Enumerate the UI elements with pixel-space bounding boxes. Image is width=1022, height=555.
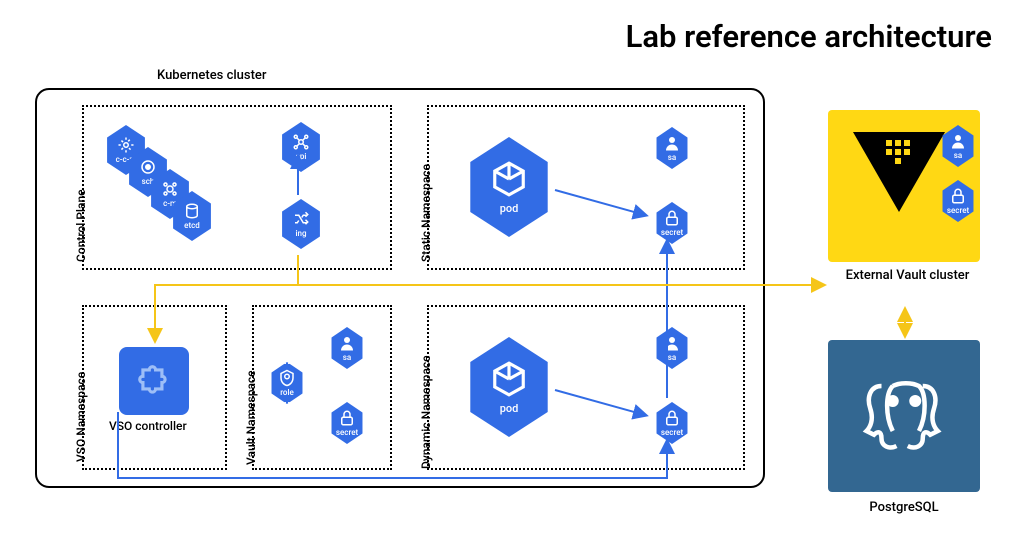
dynamic-namespace: Dynamic Namespace pod sa secret (427, 305, 745, 470)
database-icon (183, 202, 201, 220)
external-vault-label: External Vault cluster (835, 268, 980, 285)
postgresql (828, 340, 980, 492)
static-pod-label: pod (500, 202, 519, 215)
elephant-icon (859, 371, 949, 461)
external-vault: sa secret (828, 110, 980, 262)
dynamic-secret-label: secret (661, 428, 683, 437)
static-sa: sa (654, 127, 690, 169)
vso-namespace: VSO Namespace VSO controller (82, 305, 227, 470)
external-vault-sa: sa (940, 125, 976, 167)
vault-role: role (269, 362, 305, 404)
api-icon (292, 133, 310, 151)
user-icon (949, 132, 967, 150)
user-icon (663, 134, 681, 152)
kubernetes-cluster-label: Kubernetes cluster (157, 68, 266, 83)
puzzle-icon (135, 362, 173, 400)
gear-icon (117, 136, 135, 154)
control-plane-label: Control Plane (74, 189, 88, 262)
vault-sa: sa (329, 327, 365, 369)
dynamic-sa: sa (654, 327, 690, 369)
vault-logo-dots (886, 140, 910, 164)
external-vault-sa-label: sa (954, 151, 962, 160)
static-secret-label: secret (661, 228, 683, 237)
vault-namespace-label: Vault Namespace (244, 370, 258, 465)
lock-icon (338, 409, 356, 427)
cube-icon (490, 160, 528, 198)
static-secret: secret (654, 202, 690, 244)
static-pod: pod (464, 137, 554, 237)
vault-namespace: Vault Namespace role sa secret (252, 305, 392, 470)
vault-role-label: role (280, 388, 294, 397)
diagram-title: Lab reference architecture (0, 18, 992, 55)
shuffle-icon (292, 210, 310, 228)
vault-secret-label: secret (336, 428, 358, 437)
scheduler-icon (139, 158, 157, 176)
dynamic-pod: pod (464, 337, 554, 437)
ing-component: ing (279, 199, 323, 249)
dynamic-secret: secret (654, 402, 690, 444)
lock-icon (949, 187, 967, 205)
static-sa-label: sa (668, 153, 676, 162)
controller-icon (161, 180, 179, 198)
dynamic-pod-label: pod (500, 402, 519, 415)
lock-icon (663, 409, 681, 427)
dynamic-sa-label: sa (668, 353, 676, 362)
postgresql-label: PostgreSQL (828, 500, 980, 515)
vso-namespace-label: VSO Namespace (74, 372, 88, 462)
api-component: api (279, 122, 323, 172)
external-vault-secret: secret (940, 180, 976, 222)
role-icon (278, 369, 296, 387)
dynamic-namespace-label: Dynamic Namespace (419, 355, 433, 469)
external-vault-secret-label: secret (947, 206, 969, 215)
control-plane-namespace: Control Plane c-c-m sch c-m etcd api (82, 105, 392, 270)
user-icon (663, 334, 681, 352)
vso-controller (119, 347, 189, 415)
api-label: api (296, 152, 307, 161)
vault-secret: secret (329, 402, 365, 444)
cube-icon (490, 360, 528, 398)
lock-icon (663, 209, 681, 227)
user-icon (338, 334, 356, 352)
etcd-label: etcd (184, 221, 200, 230)
static-namespace-label: Static Namespace (419, 164, 433, 262)
ing-label: ing (295, 229, 306, 238)
static-namespace: Static Namespace pod sa secret (427, 105, 745, 270)
vault-sa-label: sa (343, 353, 351, 362)
kubernetes-cluster-boundary: Kubernetes cluster Control Plane c-c-m s… (35, 88, 765, 488)
vso-controller-label: VSO controller (109, 419, 187, 433)
